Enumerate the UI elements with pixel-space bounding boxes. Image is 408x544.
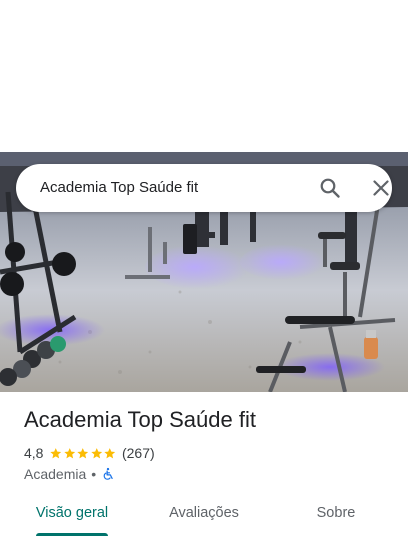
tab-sobre[interactable]: Sobre bbox=[282, 494, 390, 532]
category-row: Academia • bbox=[24, 465, 115, 483]
active-tab-indicator bbox=[36, 533, 108, 536]
search-bar[interactable]: Academia Top Saúde fit bbox=[16, 164, 392, 212]
review-count[interactable]: (267) bbox=[122, 445, 155, 461]
search-icon[interactable] bbox=[318, 176, 342, 200]
rating-value: 4,8 bbox=[24, 445, 44, 461]
tab-visao-geral[interactable]: Visão geral bbox=[18, 494, 126, 532]
star-icon bbox=[64, 447, 76, 458]
map-blank-area bbox=[0, 0, 408, 152]
place-category: Academia bbox=[24, 466, 87, 482]
tab-avaliacoes[interactable]: Avaliações bbox=[150, 494, 258, 532]
search-query-text[interactable]: Academia Top Saúde fit bbox=[40, 164, 198, 212]
wheelchair-icon bbox=[103, 467, 113, 480]
star-icon bbox=[104, 447, 116, 458]
rating-row[interactable]: 4,8 (267) bbox=[24, 444, 155, 462]
place-tabs: Visão geral Avaliações Sobre bbox=[0, 494, 408, 536]
place-title: Academia Top Saúde fit bbox=[24, 407, 256, 432]
star-icon bbox=[50, 447, 62, 458]
rating-stars bbox=[49, 447, 117, 460]
star-icon bbox=[91, 447, 103, 458]
separator-dot: • bbox=[91, 466, 97, 482]
star-icon bbox=[77, 447, 89, 458]
close-icon[interactable] bbox=[369, 176, 393, 200]
